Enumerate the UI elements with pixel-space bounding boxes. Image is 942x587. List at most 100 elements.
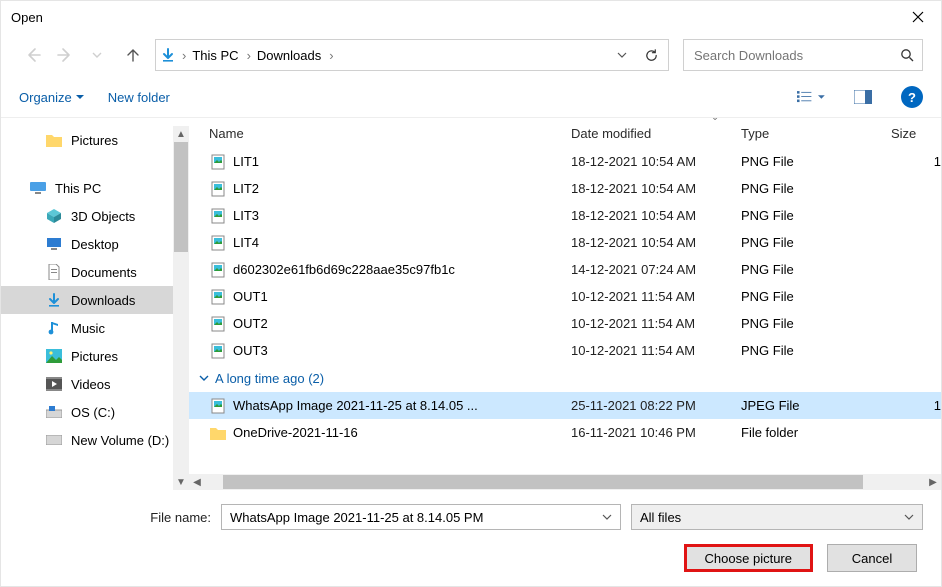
filename-input[interactable]: [228, 509, 600, 526]
drive-icon: [45, 403, 63, 421]
column-name[interactable]: Name: [209, 126, 571, 141]
downloads-icon: [160, 47, 176, 63]
breadcrumb-this-pc[interactable]: This PC: [188, 40, 244, 70]
preview-pane-button[interactable]: [849, 85, 877, 109]
scrollbar-thumb[interactable]: [174, 142, 188, 252]
file-row[interactable]: LIT318-12-2021 10:54 AMPNG File: [189, 202, 941, 229]
breadcrumb: › This PC › Downloads ›: [180, 40, 610, 70]
tree-item-downloads[interactable]: Downloads: [1, 286, 173, 314]
tree-item-videos[interactable]: Videos: [1, 370, 173, 398]
file-date: 25-11-2021 08:22 PM: [571, 398, 741, 413]
file-date: 18-12-2021 10:54 AM: [571, 181, 741, 196]
music-icon: [45, 319, 63, 337]
scroll-up-icon[interactable]: ▲: [173, 126, 189, 142]
image-file-icon: [209, 316, 227, 332]
file-type: JPEG File: [741, 398, 891, 413]
search-icon: [900, 48, 914, 62]
new-folder-label: New folder: [108, 90, 170, 105]
image-file-icon: [209, 343, 227, 359]
tree-item-this-pc[interactable]: This PC: [1, 174, 173, 202]
location-icon: [156, 47, 180, 63]
tree-item-pictures[interactable]: Pictures: [1, 342, 173, 370]
arrow-up-icon: [125, 47, 141, 63]
tree-item-pictures-quick[interactable]: Pictures: [1, 126, 173, 154]
tree-item-os-c[interactable]: OS (C:): [1, 398, 173, 426]
file-date: 14-12-2021 07:24 AM: [571, 262, 741, 277]
file-date: 18-12-2021 10:54 AM: [571, 154, 741, 169]
column-size[interactable]: Size: [891, 126, 941, 141]
help-button[interactable]: ?: [901, 86, 923, 108]
date-group-header[interactable]: A long time ago (2): [189, 364, 941, 392]
scroll-right-icon[interactable]: ▶: [925, 477, 941, 488]
details-view-icon: [797, 90, 812, 104]
address-dropdown-button[interactable]: [610, 40, 634, 70]
file-row[interactable]: LIT418-12-2021 10:54 AMPNG File: [189, 229, 941, 256]
file-type-filter[interactable]: All files: [631, 504, 923, 530]
address-bar[interactable]: › This PC › Downloads ›: [155, 39, 669, 71]
file-row[interactable]: LIT118-12-2021 10:54 AMPNG File1: [189, 148, 941, 175]
tree-label: Documents: [71, 265, 137, 280]
file-row[interactable]: LIT218-12-2021 10:54 AMPNG File: [189, 175, 941, 202]
pc-icon: [29, 179, 47, 197]
column-headers: Name Date modified ⌄ Type Size: [189, 118, 941, 148]
image-file-icon: [209, 398, 227, 414]
file-row[interactable]: d602302e61fb6d69c228aae35c97fb1c14-12-20…: [189, 256, 941, 283]
file-type: PNG File: [741, 289, 891, 304]
recent-locations-button[interactable]: [83, 41, 111, 69]
file-row[interactable]: WhatsApp Image 2021-11-25 at 8.14.05 ...…: [189, 392, 941, 419]
tree-item-3d-objects[interactable]: 3D Objects: [1, 202, 173, 230]
up-button[interactable]: [119, 41, 147, 69]
scrollbar-thumb[interactable]: [223, 475, 863, 489]
refresh-button[interactable]: [634, 40, 668, 70]
cube-icon: [45, 207, 63, 225]
file-row[interactable]: OUT310-12-2021 11:54 AMPNG File: [189, 337, 941, 364]
organize-menu[interactable]: Organize: [19, 90, 84, 105]
back-button[interactable]: [19, 41, 47, 69]
search-input[interactable]: [692, 47, 900, 64]
image-file-icon: [209, 289, 227, 305]
command-bar: Organize New folder ?: [1, 77, 941, 117]
filename-dropdown[interactable]: [600, 512, 614, 522]
column-date[interactable]: Date modified ⌄: [571, 126, 741, 141]
breadcrumb-downloads[interactable]: Downloads: [253, 40, 327, 70]
column-type[interactable]: Type: [741, 126, 891, 141]
button-label: Choose picture: [705, 551, 792, 566]
file-row[interactable]: OUT210-12-2021 11:54 AMPNG File: [189, 310, 941, 337]
window-title: Open: [11, 10, 43, 25]
refresh-icon: [644, 48, 659, 63]
cancel-button[interactable]: Cancel: [827, 544, 917, 572]
file-size: 1: [891, 398, 941, 413]
image-file-icon: [209, 235, 227, 251]
scroll-down-icon[interactable]: ▼: [173, 474, 189, 490]
preview-pane-icon: [854, 90, 872, 104]
view-options-button[interactable]: [797, 85, 825, 109]
tree-label: OS (C:): [71, 405, 115, 420]
tree-item-music[interactable]: Music: [1, 314, 173, 342]
horizontal-scrollbar[interactable]: ◀ ▶: [189, 474, 941, 490]
file-row[interactable]: OUT110-12-2021 11:54 AMPNG File: [189, 283, 941, 310]
chevron-right-icon: ›: [327, 48, 335, 63]
tree-scrollbar[interactable]: ▲ ▼: [173, 126, 189, 490]
chevron-down-icon: [617, 50, 627, 60]
button-label: Cancel: [852, 551, 892, 566]
image-file-icon: [209, 262, 227, 278]
file-date: 16-11-2021 10:46 PM: [571, 425, 741, 440]
file-row[interactable]: OneDrive-2021-11-1616-11-2021 10:46 PMFi…: [189, 419, 941, 446]
file-type: PNG File: [741, 181, 891, 196]
file-name: LIT1: [233, 154, 571, 169]
choose-picture-button[interactable]: Choose picture: [684, 544, 813, 572]
forward-button[interactable]: [51, 41, 79, 69]
chevron-right-icon: ›: [180, 48, 188, 63]
tree-item-desktop[interactable]: Desktop: [1, 230, 173, 258]
close-button[interactable]: [895, 1, 941, 33]
title-bar: Open: [1, 1, 941, 33]
file-name: OUT1: [233, 289, 571, 304]
file-name: LIT2: [233, 181, 571, 196]
search-box[interactable]: [683, 39, 923, 71]
scroll-left-icon[interactable]: ◀: [189, 477, 205, 488]
tree-item-documents[interactable]: Documents: [1, 258, 173, 286]
file-type: PNG File: [741, 235, 891, 250]
new-folder-button[interactable]: New folder: [108, 90, 170, 105]
file-rows: LIT118-12-2021 10:54 AMPNG File1LIT218-1…: [189, 148, 941, 474]
tree-item-new-volume-d[interactable]: New Volume (D:): [1, 426, 173, 454]
